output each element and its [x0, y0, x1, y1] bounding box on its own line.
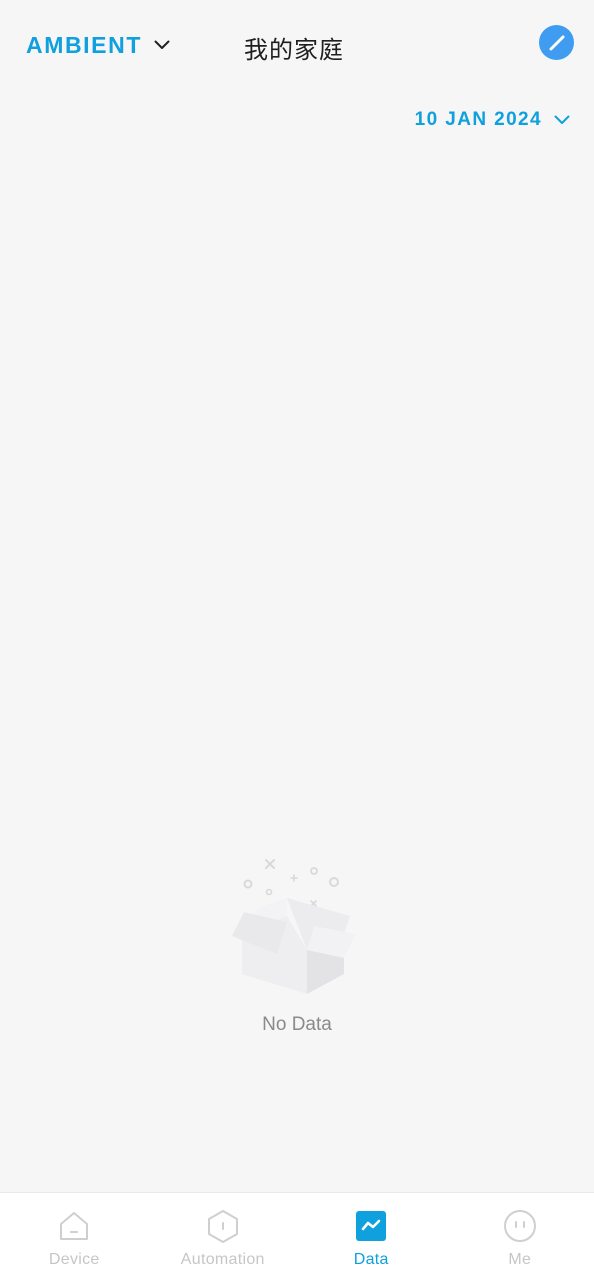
empty-state-message: No Data [262, 1014, 332, 1035]
tab-me[interactable]: Me [446, 1193, 594, 1280]
tab-device[interactable]: Device [0, 1193, 149, 1280]
chart-icon [354, 1209, 388, 1243]
chevron-down-icon [554, 115, 570, 125]
face-icon [503, 1209, 537, 1243]
tab-label: Automation [180, 1251, 265, 1268]
tab-label: Me [508, 1251, 532, 1268]
empty-box-icon [232, 859, 356, 994]
tab-label: Device [48, 1251, 100, 1268]
category-label: AMBIENT [26, 31, 142, 58]
edit-button[interactable] [539, 25, 574, 60]
category-selector[interactable]: AMBIENT [26, 30, 170, 60]
tab-label: Data [353, 1251, 389, 1268]
home-icon [57, 1209, 91, 1243]
chevron-down-icon [154, 40, 170, 50]
empty-state: No Data [0, 850, 594, 1036]
tab-automation[interactable]: Automation [149, 1193, 298, 1280]
hexagon-icon [206, 1209, 240, 1243]
pencil-icon [548, 34, 566, 52]
date-label: 10 JAN 2024 [414, 109, 542, 130]
top-bar: AMBIENT 我的家庭 10 JAN 2024 [0, 0, 594, 130]
bottom-tab-bar: Device Automation Data Me [0, 1192, 594, 1280]
tab-data[interactable]: Data [297, 1193, 446, 1280]
home-title[interactable]: 我的家庭 [244, 30, 344, 65]
date-selector[interactable]: 10 JAN 2024 [415, 106, 570, 134]
